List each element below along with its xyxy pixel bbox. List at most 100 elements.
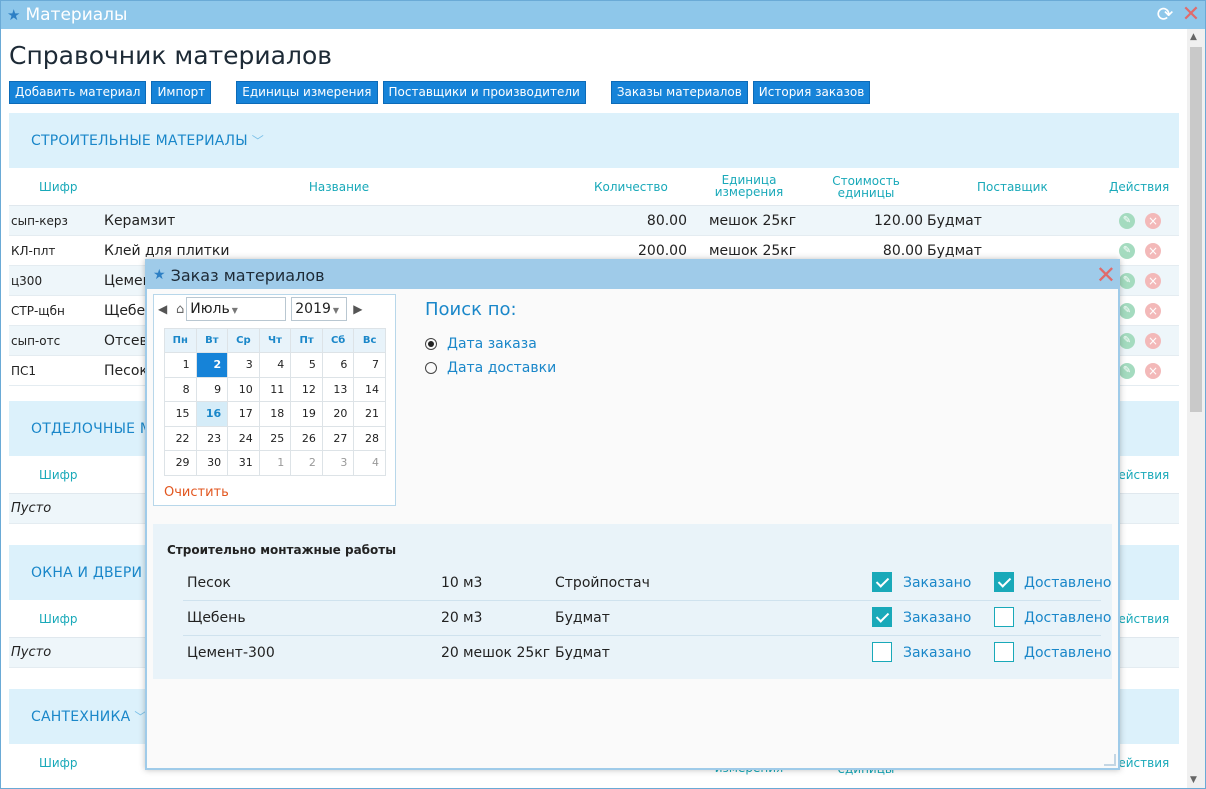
calendar-day[interactable]: 28	[353, 425, 386, 451]
calendar-day[interactable]: 23	[195, 425, 229, 451]
edit-icon[interactable]: ✎	[1119, 213, 1135, 229]
order-row: Песок 10 м3 Стройпостач Заказано Доставл…	[183, 566, 1111, 601]
calendar-day[interactable]: 4	[353, 450, 386, 476]
calendar-day[interactable]: 19	[290, 401, 323, 427]
order-row: Цемент-300 20 мешок 25кг Будмат Заказано…	[183, 636, 1111, 671]
calendar-day[interactable]: 24	[227, 425, 260, 451]
delivered-checkbox[interactable]	[994, 607, 1014, 627]
calendar-day[interactable]: 31	[227, 450, 260, 476]
table-header: Шифр Название Количество Единицаизмерени…	[9, 168, 1179, 206]
units-button[interactable]: Единицы измерения	[236, 81, 378, 104]
col-supplier: Поставщик	[977, 179, 1048, 194]
col-name: Название	[308, 179, 370, 194]
calendar-day[interactable]: 29	[164, 450, 197, 476]
scroll-down-icon[interactable]: ▼	[1190, 775, 1197, 785]
edit-icon[interactable]: ✎	[1119, 333, 1135, 349]
delete-icon[interactable]: ×	[1145, 303, 1161, 319]
calendar-day[interactable]: 17	[227, 401, 260, 427]
star-icon: ★	[7, 6, 21, 24]
star-icon: ★	[153, 267, 166, 283]
section-header[interactable]: СТРОИТЕЛЬНЫЕ МАТЕРИАЛЫ ﹀	[9, 113, 1179, 168]
year-select[interactable]: 2019 ▼	[291, 297, 348, 321]
dialog-titlebar: ★ Заказ материалов	[147, 261, 1118, 289]
search-title: Поиск по:	[425, 299, 517, 320]
delete-icon[interactable]: ×	[1145, 243, 1161, 259]
calendar-day[interactable]: 20	[321, 401, 355, 427]
col-unit-cost: Стоимость единицы	[832, 173, 900, 200]
calendar-day[interactable]: 16	[195, 401, 229, 427]
prev-month-icon[interactable]: ◀	[158, 302, 172, 316]
calendar-day[interactable]: 3	[227, 352, 260, 378]
home-icon[interactable]: ⌂	[176, 302, 184, 317]
ordered-checkbox[interactable]	[872, 642, 892, 662]
radio-button[interactable]	[425, 362, 437, 374]
add-material-button[interactable]: Добавить материал	[9, 81, 147, 104]
calendar-day[interactable]: 9	[195, 376, 229, 402]
radio-order-date[interactable]: Дата заказа	[425, 336, 537, 352]
col-quantity: Количество	[594, 179, 668, 194]
calendar-day[interactable]: 1	[258, 450, 292, 476]
calendar-day[interactable]: 22	[164, 425, 197, 451]
calendar-day[interactable]: 27	[321, 425, 355, 451]
close-icon[interactable]: ✕	[1096, 261, 1116, 289]
suppliers-button[interactable]: Поставщики и производители	[382, 81, 586, 104]
weekday-header: Вс	[353, 328, 386, 353]
calendar-day[interactable]: 7	[353, 352, 386, 378]
delete-icon[interactable]: ×	[1145, 363, 1161, 379]
scroll-up-icon[interactable]: ▲	[1190, 32, 1197, 42]
weekday-header: Пт	[290, 328, 323, 353]
calendar-nav: ◀ ⌂ Июль ▼ 2019 ▼ ▶	[154, 295, 395, 323]
calendar-day[interactable]: 2	[195, 352, 229, 378]
calendar-day[interactable]: 6	[321, 352, 355, 378]
calendar-day[interactable]: 30	[195, 450, 229, 476]
delivered-checkbox[interactable]	[994, 572, 1014, 592]
chevron-down-icon: ﹀	[251, 134, 264, 148]
close-icon[interactable]: ✕	[1179, 2, 1203, 27]
calendar-day[interactable]: 21	[353, 401, 386, 427]
order-history-button[interactable]: История заказов	[752, 81, 871, 104]
clear-link[interactable]: Очистить	[164, 485, 229, 500]
delivered-checkbox[interactable]	[994, 642, 1014, 662]
ordered-checkbox[interactable]	[872, 572, 892, 592]
dialog-title: Заказ материалов	[170, 265, 325, 285]
vertical-scrollbar[interactable]: ▲ ▼	[1187, 29, 1205, 788]
calendar-day[interactable]: 4	[258, 352, 292, 378]
calendar-day[interactable]: 12	[290, 376, 323, 402]
calendar-day[interactable]: 8	[164, 376, 197, 402]
delete-icon[interactable]: ×	[1145, 273, 1161, 289]
calendar-day[interactable]: 2	[290, 450, 323, 476]
orders-panel: Строительно монтажные работы Песок 10 м3…	[153, 524, 1112, 679]
calendar-day[interactable]: 5	[290, 352, 323, 378]
delete-icon[interactable]: ×	[1145, 333, 1161, 349]
toolbar: Добавить материал Импорт Единицы измерен…	[9, 81, 1179, 105]
calendar-day[interactable]: 3	[321, 450, 355, 476]
order-materials-dialog: ★ Заказ материалов ✕ ◀ ⌂ Июль ▼ 2019 ▼ ▶ П…	[145, 259, 1120, 770]
calendar-day[interactable]: 18	[258, 401, 292, 427]
calendar-day[interactable]: 25	[258, 425, 292, 451]
weekday-header: Сб	[321, 328, 355, 353]
import-button[interactable]: Импорт	[151, 81, 212, 104]
material-orders-button[interactable]: Заказы материалов	[610, 81, 748, 104]
calendar-day[interactable]: 15	[164, 401, 197, 427]
resize-handle[interactable]	[1104, 754, 1116, 766]
ordered-checkbox[interactable]	[872, 607, 892, 627]
next-month-icon[interactable]: ▶	[353, 302, 367, 316]
calendar-day[interactable]: 14	[353, 376, 386, 402]
month-select[interactable]: Июль ▼	[186, 297, 287, 321]
radio-delivery-date[interactable]: Дата доставки	[425, 360, 556, 376]
calendar-day[interactable]: 11	[258, 376, 292, 402]
radio-button[interactable]	[425, 338, 437, 350]
edit-icon[interactable]: ✎	[1119, 243, 1135, 259]
order-row: Щебень 20 м3 Будмат Заказано Доставлено	[183, 601, 1111, 636]
calendar-day[interactable]: 13	[321, 376, 355, 402]
scroll-thumb[interactable]	[1190, 47, 1202, 412]
edit-icon[interactable]: ✎	[1119, 363, 1135, 379]
calendar-day[interactable]: 1	[164, 352, 197, 378]
edit-icon[interactable]: ✎	[1119, 273, 1135, 289]
refresh-icon[interactable]: ⟳	[1153, 2, 1177, 26]
edit-icon[interactable]: ✎	[1119, 303, 1135, 319]
calendar-day[interactable]: 26	[290, 425, 323, 451]
col-unit: Единица измерения	[714, 173, 784, 199]
delete-icon[interactable]: ×	[1145, 213, 1161, 229]
calendar-day[interactable]: 10	[227, 376, 260, 402]
